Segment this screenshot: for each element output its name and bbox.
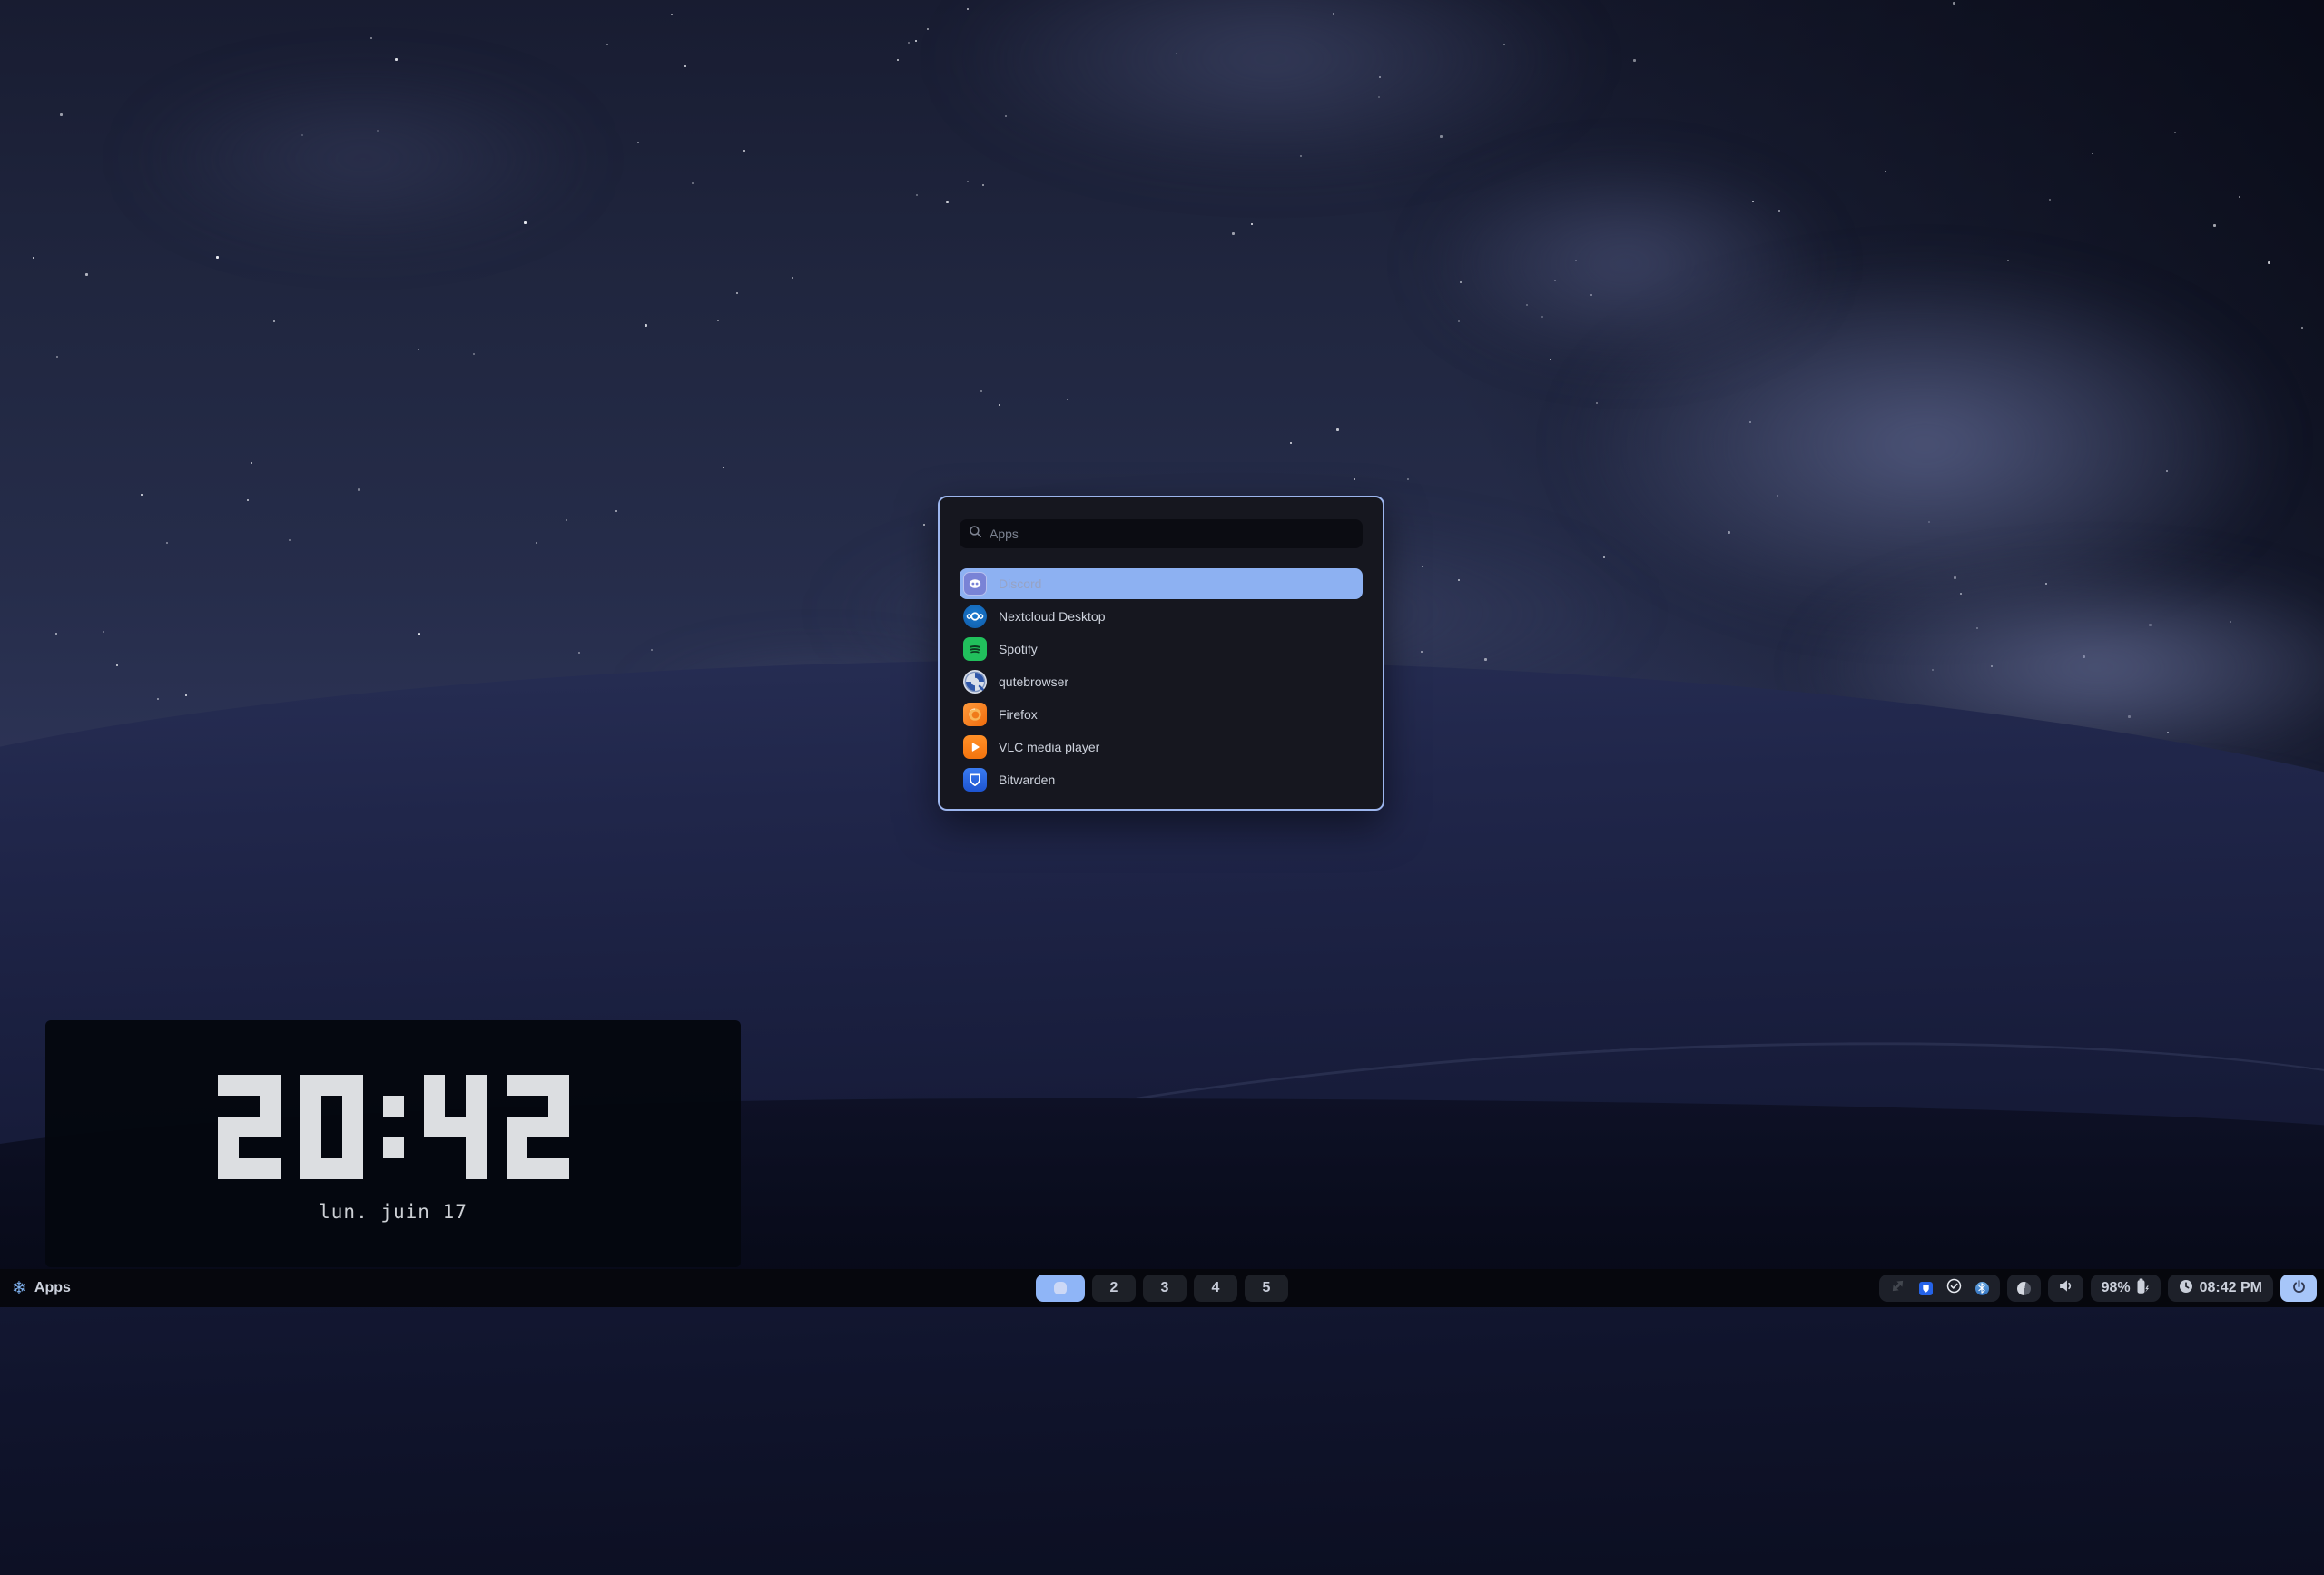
nextcloud-icon (963, 605, 987, 628)
battery-indicator[interactable]: 98% (2091, 1275, 2161, 1302)
active-workspace-dot (1054, 1282, 1067, 1294)
bar-clock[interactable]: 08:42 PM (2168, 1275, 2273, 1302)
launcher-search-input[interactable] (988, 526, 1354, 542)
bluetooth-icon[interactable] (1975, 1282, 1989, 1295)
battery-percent: 98% (2102, 1280, 2131, 1296)
system-tray-area: 98% 08:42 PM (1879, 1275, 2317, 1302)
workspace-5[interactable]: 5 (1245, 1275, 1288, 1302)
workspace-1-active[interactable] (1036, 1275, 1085, 1302)
clock-icon (2179, 1279, 2193, 1298)
app-item-label: qutebrowser (999, 674, 1068, 689)
qutebrowser-icon (963, 670, 987, 694)
bitwarden-icon (963, 768, 987, 792)
app-item-label: Firefox (999, 707, 1038, 722)
app-item-qutebrowser[interactable]: qutebrowser (960, 666, 1363, 697)
vlc-icon (963, 735, 987, 759)
power-icon (2291, 1279, 2307, 1297)
app-list: Discord Nextcloud Desktop Spotify qutebr… (960, 568, 1363, 795)
app-item-firefox[interactable]: Firefox (960, 699, 1363, 730)
clock-widget: lun. juin 17 (45, 1020, 741, 1267)
taskbar: ❄ Apps 2 3 4 5 (0, 1269, 2324, 1307)
workspace-switcher: 2 3 4 5 (1036, 1275, 1288, 1302)
clock-time (45, 1075, 741, 1179)
firefox-icon (963, 703, 987, 726)
app-launcher: Discord Nextcloud Desktop Spotify qutebr… (938, 496, 1384, 811)
bar-clock-label: 08:42 PM (2200, 1280, 2262, 1296)
app-item-label: Spotify (999, 642, 1038, 656)
apps-menu-button[interactable]: ❄ Apps (12, 1280, 71, 1297)
volume-control[interactable] (2048, 1275, 2083, 1302)
night-light-toggle[interactable] (2007, 1275, 2041, 1302)
app-item-spotify[interactable]: Spotify (960, 634, 1363, 664)
clock-date: lun. juin 17 (45, 1201, 741, 1223)
workspace-3[interactable]: 3 (1143, 1275, 1187, 1302)
app-item-label: Nextcloud Desktop (999, 609, 1106, 624)
cloud (1416, 154, 1834, 372)
app-item-discord[interactable]: Discord (960, 568, 1363, 599)
bitwarden-shield-icon[interactable] (1919, 1282, 1933, 1295)
app-item-label: Bitwarden (999, 773, 1055, 787)
workspace-4[interactable]: 4 (1194, 1275, 1237, 1302)
search-icon (969, 525, 982, 543)
launcher-search-box[interactable] (960, 519, 1363, 548)
app-item-label: VLC media player (999, 740, 1099, 754)
check-circle-icon[interactable] (1946, 1278, 1962, 1298)
app-item-label: Discord (999, 576, 1041, 591)
nix-snowflake-icon: ❄ (12, 1280, 26, 1297)
cloud (127, 64, 599, 254)
battery-charging-icon (2136, 1278, 2150, 1299)
contrast-icon (2017, 1282, 2031, 1295)
discord-icon (963, 572, 987, 596)
app-item-nextcloud[interactable]: Nextcloud Desktop (960, 601, 1363, 632)
speaker-icon (2058, 1278, 2073, 1298)
app-item-vlc[interactable]: VLC media player (960, 732, 1363, 763)
transfer-arrows-icon[interactable] (1890, 1278, 1905, 1298)
apps-menu-label: Apps (34, 1280, 71, 1296)
power-button[interactable] (2280, 1275, 2317, 1302)
spotify-icon (963, 637, 987, 661)
system-tray (1879, 1275, 2000, 1302)
app-item-bitwarden[interactable]: Bitwarden (960, 764, 1363, 795)
workspace-2[interactable]: 2 (1092, 1275, 1136, 1302)
